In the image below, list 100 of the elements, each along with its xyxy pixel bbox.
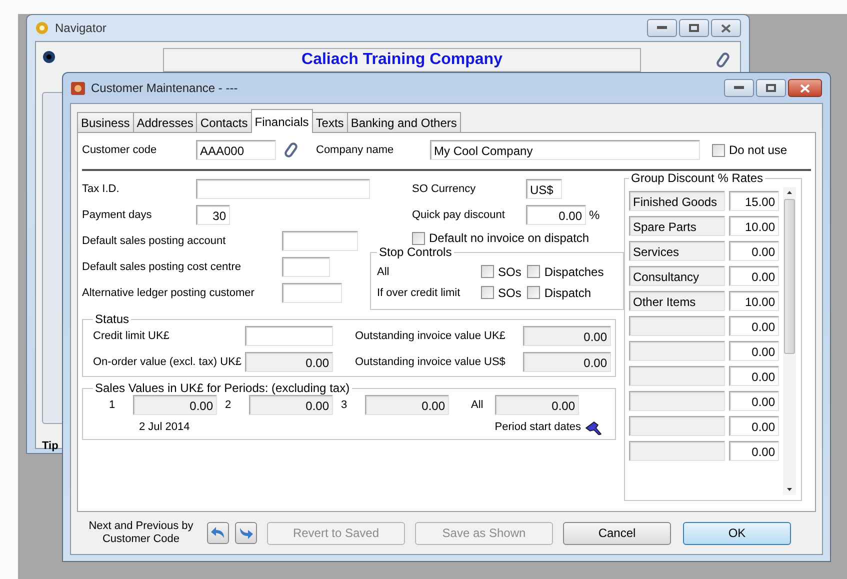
input-field[interactable]: 30	[196, 205, 230, 225]
maximize-button[interactable]	[756, 79, 786, 97]
checkbox[interactable]	[481, 265, 494, 278]
input-field[interactable]	[245, 326, 333, 346]
checkbox-label: SOs	[498, 264, 522, 278]
close-icon	[721, 24, 731, 32]
group-title: Stop Controls	[378, 245, 453, 259]
group-name-field: Finished Goods	[629, 191, 725, 211]
field-label: Default sales posting cost centre	[82, 261, 242, 273]
group-title: Sales Values in UK£ for Periods: (excluding tax)	[94, 381, 351, 395]
scroll-thumb[interactable]	[784, 199, 795, 354]
window-title: Customer Maintenance - ---	[91, 81, 238, 95]
period-label: All	[471, 399, 484, 411]
group-name-field: Other Items	[629, 291, 725, 311]
minimize-button[interactable]	[724, 79, 754, 97]
input-field[interactable]: My Cool Company	[430, 140, 700, 160]
checkbox[interactable]	[527, 286, 540, 299]
rate-field[interactable]: 0.00	[729, 241, 779, 261]
checkbox[interactable]	[481, 286, 494, 299]
input-field[interactable]	[196, 179, 370, 199]
input-field[interactable]	[282, 257, 330, 277]
input-field: 0.00	[523, 326, 611, 346]
group-name-field: Services	[629, 241, 725, 261]
rate-field[interactable]: 0.00	[729, 391, 779, 411]
field-label: Quick pay discount	[412, 209, 506, 221]
curved-arrow-icon	[210, 526, 226, 540]
bullet-icon	[42, 50, 56, 64]
checkbox-label: Dispatch	[544, 286, 592, 300]
navigation-label: Next and Previous by Customer Code	[88, 520, 194, 546]
checkbox-label: Do not use	[729, 143, 788, 157]
rate-field[interactable]: 10.00	[729, 291, 779, 311]
tab[interactable]: Business	[77, 112, 134, 132]
input-field[interactable]: 0.00	[526, 205, 586, 225]
field-label: SO Currency	[412, 183, 477, 195]
input-field: 0.00	[245, 352, 333, 372]
rate-field[interactable]: 15.00	[729, 191, 779, 211]
field-label: Default sales posting account	[82, 235, 227, 247]
dialog-button[interactable]: Cancel	[563, 522, 671, 544]
maximize-icon	[689, 24, 699, 32]
rate-field[interactable]: 0.00	[729, 366, 779, 386]
link-icon	[716, 52, 730, 68]
field-label: Period start dates	[494, 421, 581, 433]
rate-field[interactable]: 0.00	[729, 316, 779, 336]
field-label: On-order value (excl. tax) UK£	[93, 356, 243, 368]
app-icon	[71, 82, 85, 94]
input-field[interactable]	[282, 283, 342, 303]
value-field: 0.00	[495, 395, 579, 415]
field-label: If over credit limit	[377, 286, 462, 298]
value-field: 0.00	[133, 395, 217, 415]
rate-field[interactable]: 0.00	[729, 416, 779, 436]
period-label: 1	[109, 399, 116, 411]
checkbox[interactable]	[527, 265, 540, 278]
field-label: Credit limit UK£	[93, 330, 170, 342]
rate-field[interactable]: 10.00	[729, 216, 779, 236]
tab[interactable]: Texts	[312, 112, 348, 132]
close-button[interactable]	[711, 19, 741, 37]
maximize-button[interactable]	[679, 19, 709, 37]
group-name-field: Consultancy	[629, 266, 725, 286]
rate-field[interactable]: 0.00	[729, 341, 779, 361]
tab[interactable]: Addresses	[132, 112, 198, 132]
field-label: Tax I.D.	[82, 183, 120, 195]
dialog-button[interactable]: OK	[683, 522, 791, 544]
unit-label: %	[589, 208, 600, 222]
field-label: Customer code	[82, 144, 158, 156]
input-field[interactable]: US$	[526, 179, 562, 199]
checkbox[interactable]	[712, 144, 725, 156]
group-name-field: Spare Parts	[629, 216, 725, 236]
window-title: Navigator	[55, 21, 106, 35]
group-title: Group Discount % Rates	[630, 171, 764, 185]
field-label: Payment days	[82, 209, 153, 221]
checkbox[interactable]	[412, 232, 425, 244]
rate-field[interactable]: 0.00	[729, 441, 779, 461]
scrollbar[interactable]	[783, 187, 796, 495]
input-field[interactable]: AAA000	[196, 140, 276, 160]
period-label: 2	[225, 399, 232, 411]
checkbox-label: Default no invoice on dispatch	[429, 231, 590, 245]
field-label: Alternative ledger posting customer	[82, 287, 256, 299]
minimize-icon	[657, 26, 667, 30]
link-icon	[284, 142, 298, 158]
tab[interactable]: Banking and Others	[346, 112, 461, 132]
field-label: All	[377, 266, 390, 278]
rate-field[interactable]: 0.00	[729, 266, 779, 286]
next-button[interactable]	[235, 522, 257, 544]
value-field: 0.00	[365, 395, 449, 415]
maximize-icon	[766, 84, 776, 92]
input-field[interactable]	[282, 231, 358, 251]
field-label: Outstanding invoice value UK£	[355, 330, 506, 342]
checkbox-label: Dispatches	[544, 264, 604, 278]
value-field: 0.00	[249, 395, 333, 415]
tab[interactable]: Contacts	[196, 112, 252, 132]
close-icon	[800, 84, 810, 92]
group-title: Status	[94, 312, 130, 326]
field-label: Outstanding invoice value US$	[355, 356, 506, 368]
field-label: Company name	[316, 144, 395, 156]
minimize-button[interactable]	[647, 19, 677, 37]
tab[interactable]: Financials	[250, 109, 313, 133]
company-banner: Caliach Training Company	[163, 48, 641, 72]
close-button[interactable]	[788, 79, 822, 97]
previous-button[interactable]	[207, 522, 229, 544]
checkbox-label: SOs	[498, 286, 522, 300]
